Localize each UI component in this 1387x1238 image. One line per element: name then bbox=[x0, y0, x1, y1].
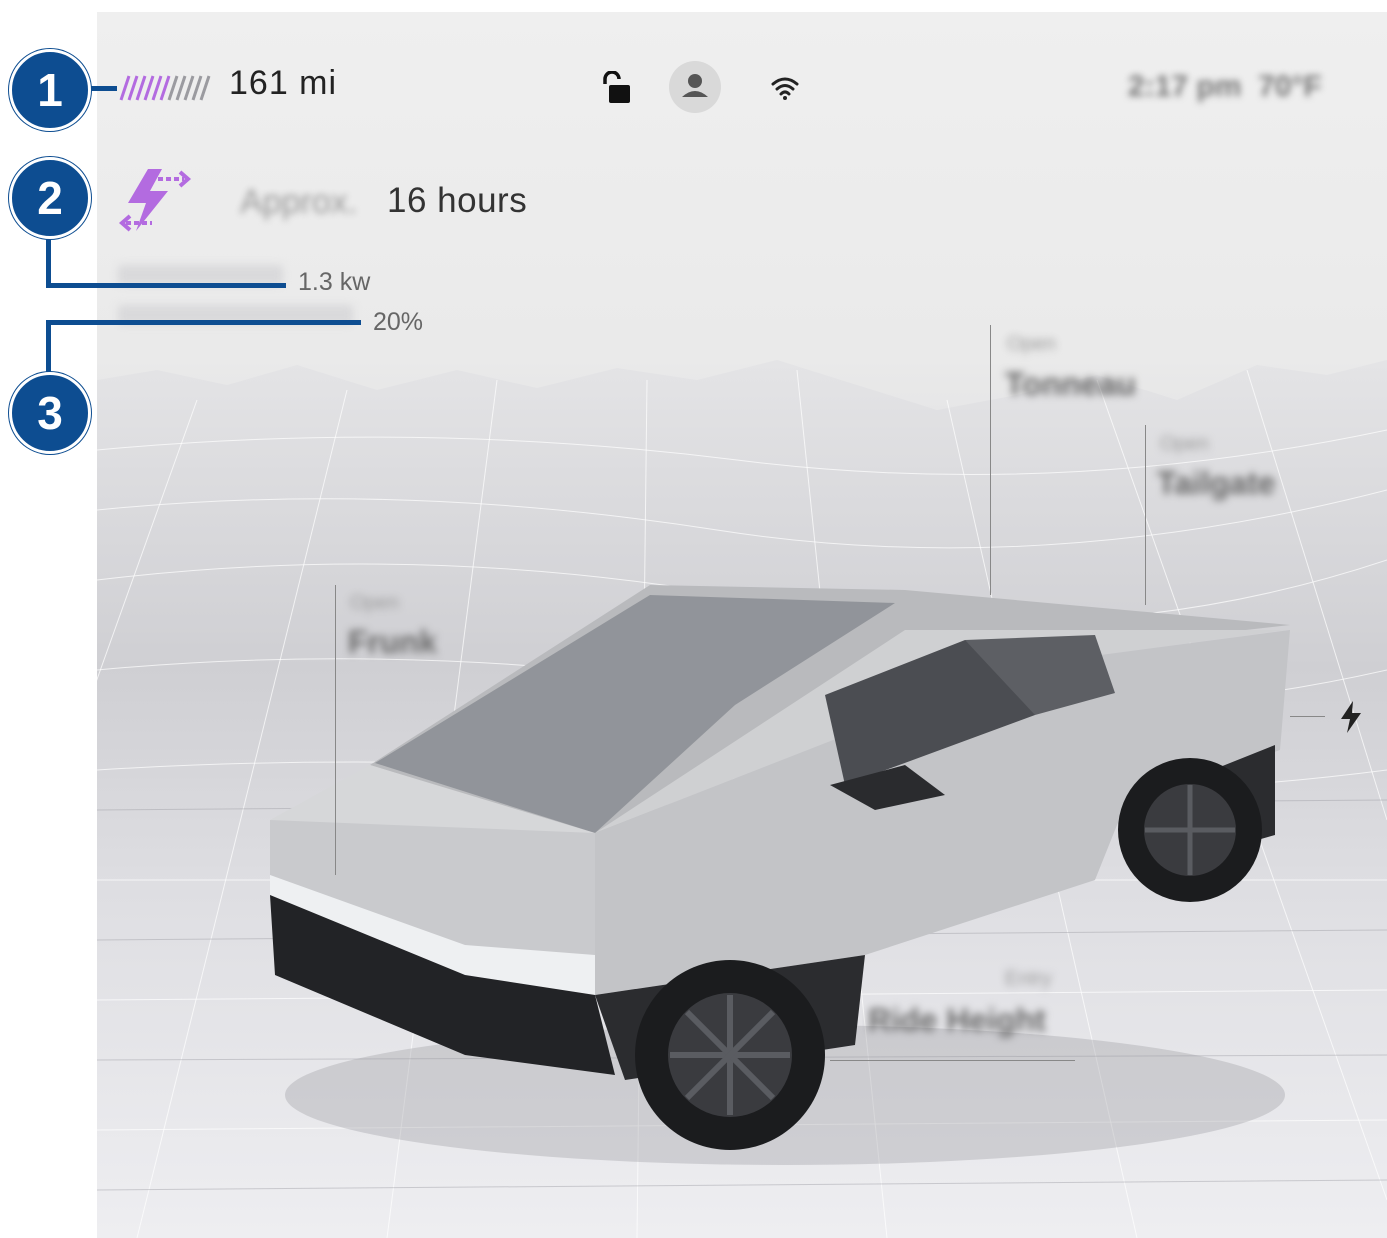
driver-profile-button[interactable] bbox=[669, 61, 721, 113]
charge-port-pin-line bbox=[1290, 716, 1325, 717]
tailgate-pin-line bbox=[1145, 425, 1146, 605]
frunk-state: Open bbox=[350, 592, 399, 614]
range-display: 161 mi bbox=[229, 64, 338, 102]
unlocked-padlock-icon[interactable] bbox=[599, 71, 633, 105]
tonneau-state: Open bbox=[1007, 333, 1056, 355]
time-display: 2:17 pm bbox=[1128, 70, 1242, 103]
wifi-icon[interactable] bbox=[770, 74, 800, 102]
ride-height-button[interactable]: Ride Height bbox=[868, 1002, 1046, 1039]
driver-profile-icon bbox=[682, 74, 708, 97]
tonneau-button[interactable]: Tonneau bbox=[1005, 366, 1136, 403]
powershare-reserve: 20% bbox=[373, 308, 424, 336]
power-label-blurred bbox=[118, 265, 283, 285]
frunk-button[interactable]: Frunk bbox=[348, 624, 437, 661]
temperature-display: 70°F bbox=[1258, 70, 1322, 103]
powershare-power: 1.3 kw bbox=[298, 268, 371, 296]
callout-2-leader-horizontal bbox=[46, 283, 286, 288]
callout-2: 2 bbox=[9, 157, 91, 239]
callout-3-leader-vertical bbox=[46, 320, 51, 372]
callout-1: 1 bbox=[9, 49, 91, 131]
bidirectional-charge-icon[interactable] bbox=[118, 165, 192, 235]
battery-stripes-icon bbox=[119, 75, 211, 101]
ride-height-pin-line bbox=[830, 1060, 1075, 1061]
cybertruck-image[interactable] bbox=[265, 575, 1295, 1175]
clock-and-temperature: 2:17 pm 70°F bbox=[1128, 70, 1322, 104]
ride-height-state: Entry bbox=[1005, 968, 1052, 990]
callout-2-leader-vertical bbox=[46, 232, 51, 288]
tailgate-state: Open bbox=[1160, 433, 1209, 455]
tonneau-pin-line bbox=[990, 325, 991, 595]
callout-3: 3 bbox=[9, 372, 91, 454]
approx-label: Approx. bbox=[240, 183, 358, 221]
frunk-pin-line bbox=[335, 585, 336, 875]
tailgate-button[interactable]: Tailgate bbox=[1157, 465, 1276, 502]
powershare-duration: 16 hours bbox=[387, 181, 528, 220]
callout-3-leader-horizontal bbox=[46, 320, 361, 325]
lightning-bolt-icon[interactable] bbox=[1338, 700, 1364, 734]
